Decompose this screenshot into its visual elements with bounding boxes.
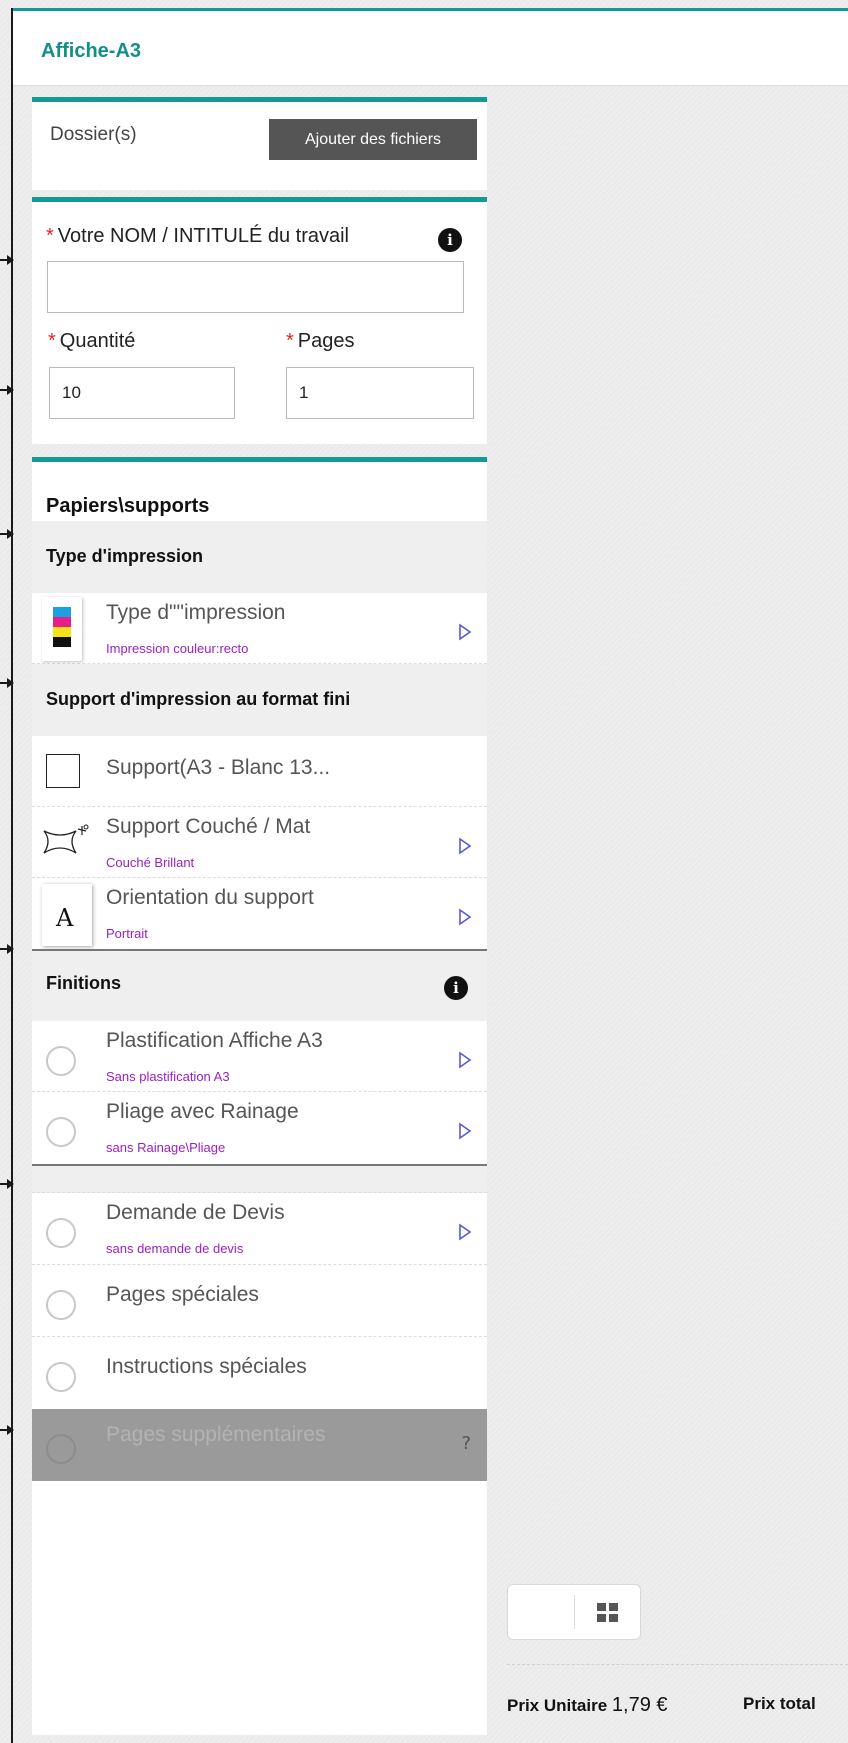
job-card: * Votre NOM / INTITULÉ du travail i * Quan… <box>32 197 487 444</box>
option-subtitle: sans Rainage\Pliage <box>106 1140 226 1155</box>
option-quote-request[interactable]: Demande de Devis sans demande de devis <box>32 1193 487 1265</box>
option-print-type[interactable]: Type d""impression Impression couleur:re… <box>32 593 487 664</box>
help-icon: ? <box>461 1433 471 1454</box>
total-price-label: Prix total <box>743 1694 816 1713</box>
group-label: Type d'impression <box>46 546 203 566</box>
files-card: Dossier(s) Ajouter des fichiers <box>32 97 487 190</box>
chevron-right-icon <box>459 1223 472 1241</box>
required-mark: * <box>286 330 294 352</box>
arrow-marker <box>0 678 14 688</box>
required-mark: * <box>48 330 56 352</box>
group-extras <box>32 1164 487 1193</box>
option-coated[interactable]: Support Couché / Mat Couché Brillant <box>32 807 487 878</box>
option-subtitle: Couché Brillant <box>106 855 195 870</box>
pages-label: * Pages <box>286 330 355 352</box>
quantity-label: * Quantité <box>48 330 136 352</box>
group-label: Finitions <box>46 973 121 993</box>
radio-icon[interactable] <box>46 1046 76 1076</box>
chevron-right-icon <box>459 1051 472 1069</box>
folders-label: Dossier(s) <box>50 124 137 145</box>
group-finishes: Finitions i <box>32 949 487 1021</box>
list-view-button[interactable] <box>508 1585 574 1639</box>
options-card: Papiers\supports Type d'impression Type … <box>32 457 487 1735</box>
grid-view-icon[interactable] <box>597 1603 619 1623</box>
arrow-marker <box>0 1425 14 1435</box>
unit-price-label: Prix Unitaire <box>507 1696 608 1715</box>
arrow-marker <box>0 1179 14 1189</box>
square-icon <box>46 754 80 788</box>
required-mark: * <box>46 225 54 247</box>
option-special-pages[interactable]: Pages spéciales <box>32 1265 487 1337</box>
option-title: Type d""impression <box>106 601 286 624</box>
radio-icon[interactable] <box>46 1290 76 1320</box>
page: Affiche-A3 Dossier(s) Ajouter des fichie… <box>0 0 848 1743</box>
view-toggle <box>507 1584 641 1640</box>
options-title: Papiers\supports <box>46 495 210 517</box>
chevron-right-icon <box>459 837 472 855</box>
toggle-separator <box>574 1595 575 1629</box>
option-subtitle: Impression couleur:recto <box>106 641 249 656</box>
unit-price-value: 1,79 € <box>611 1694 668 1716</box>
option-title: Pliage avec Rainage <box>106 1100 299 1123</box>
option-support[interactable]: Support(A3 - Blanc 13... <box>32 736 487 807</box>
info-icon[interactable]: i <box>444 976 468 1000</box>
option-folding[interactable]: Pliage avec Rainage sans Rainage\Pliage <box>32 1092 487 1164</box>
option-title: Support Couché / Mat <box>106 815 311 838</box>
chevron-right-icon <box>459 908 472 926</box>
price-separator <box>507 1664 848 1665</box>
letter-a-icon: A <box>42 884 92 946</box>
option-title: Instructions spéciales <box>106 1355 307 1378</box>
letter-a-glyph: A <box>56 904 74 932</box>
option-extra-pages: Pages supplémentaires ? <box>32 1409 487 1481</box>
option-title: Pages supplémentaires <box>106 1423 326 1446</box>
option-orientation[interactable]: A Orientation du support Portrait <box>32 878 487 949</box>
chevron-right-icon <box>459 1122 472 1140</box>
info-icon[interactable]: i <box>438 228 462 252</box>
arrow-marker <box>0 255 14 265</box>
pages-input[interactable] <box>286 367 474 419</box>
left-rule <box>11 8 13 1743</box>
job-name-input[interactable] <box>47 261 464 313</box>
option-title: Pages spéciales <box>106 1283 259 1306</box>
group-print-type: Type d'impression <box>32 521 487 593</box>
job-name-label: * Votre NOM / INTITULÉ du travail <box>46 225 349 247</box>
arrow-marker <box>0 944 14 954</box>
quantity-input[interactable] <box>49 367 235 419</box>
option-subtitle: sans demande de devis <box>106 1241 244 1256</box>
option-subtitle: Sans plastification A3 <box>106 1069 230 1084</box>
option-lamination[interactable]: Plastification Affiche A3 Sans plastific… <box>32 1021 487 1092</box>
chevron-right-icon <box>459 623 472 641</box>
radio-icon[interactable] <box>46 1117 76 1147</box>
option-subtitle: Portrait <box>106 926 148 941</box>
option-special-instructions[interactable]: Instructions spéciales <box>32 1337 487 1409</box>
add-files-button[interactable]: Ajouter des fichiers <box>269 119 477 160</box>
group-label: Support d'impression au format fini <box>46 689 351 709</box>
option-title: Demande de Devis <box>106 1201 285 1224</box>
option-title: Plastification Affiche A3 <box>106 1029 323 1052</box>
page-header: Affiche-A3 <box>13 8 848 86</box>
radio-icon <box>46 1434 76 1464</box>
cmyk-icon <box>42 597 82 661</box>
arrow-marker <box>0 385 14 395</box>
group-support: Support d'impression au format fini <box>32 664 487 736</box>
unit-price: Prix Unitaire 1,79 € <box>507 1694 668 1717</box>
option-title: Support(A3 - Blanc 13... <box>106 756 331 779</box>
arrow-marker <box>0 529 14 539</box>
radio-icon[interactable] <box>46 1218 76 1248</box>
sparkle-icon <box>42 821 98 861</box>
option-title: Orientation du support <box>106 886 314 909</box>
radio-icon[interactable] <box>46 1362 76 1392</box>
page-title: Affiche-A3 <box>41 40 142 62</box>
